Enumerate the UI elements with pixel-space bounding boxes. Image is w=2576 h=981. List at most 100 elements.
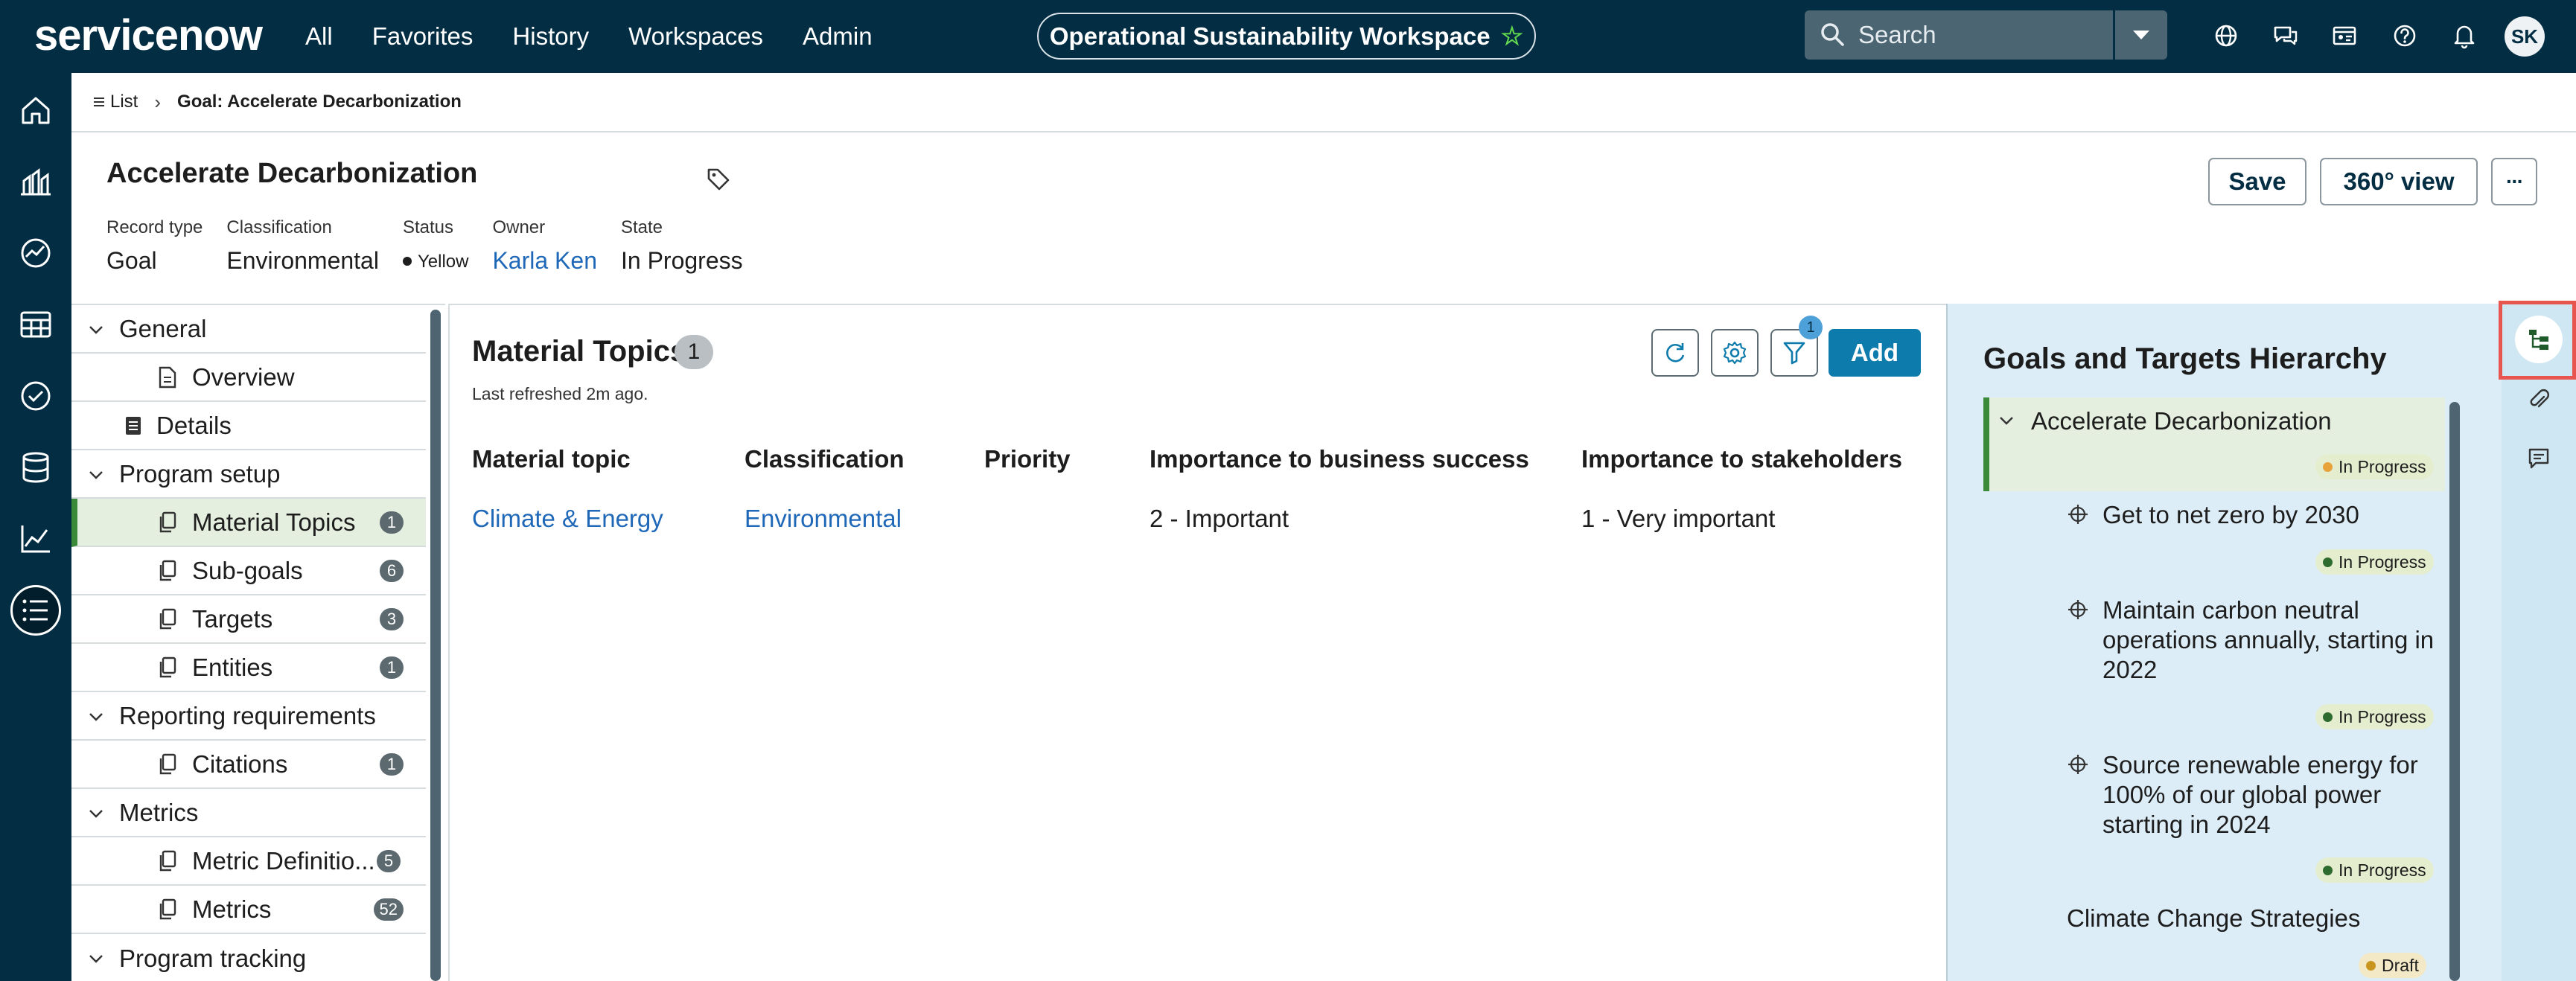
star-icon[interactable]: ☆ bbox=[1501, 22, 1523, 51]
analytics-icon[interactable] bbox=[10, 228, 61, 278]
chat-icon[interactable] bbox=[2256, 13, 2315, 58]
nav-admin[interactable]: Admin bbox=[803, 22, 873, 51]
hierarchy-icon[interactable] bbox=[2515, 316, 2563, 363]
tree-item-targets[interactable]: Targets 3 bbox=[71, 595, 426, 644]
search-placeholder: Search bbox=[1858, 21, 1936, 48]
check-circle-icon[interactable] bbox=[10, 371, 61, 421]
nav-workspaces[interactable]: Workspaces bbox=[628, 22, 763, 51]
list-icon[interactable] bbox=[10, 585, 61, 636]
field-status: Status Yellow bbox=[402, 217, 468, 275]
breadcrumb-list-link[interactable]: List bbox=[110, 92, 138, 112]
tree-group-general[interactable]: General bbox=[71, 305, 426, 354]
tree-label: Details bbox=[156, 411, 232, 439]
target-icon bbox=[2068, 600, 2088, 619]
search-icon bbox=[1818, 20, 1848, 50]
nav-history[interactable]: History bbox=[512, 22, 589, 51]
workspace-pill[interactable]: Operational Sustainability Workspace ☆ bbox=[1037, 13, 1536, 60]
record-nav-tree: General Overview Details Program setup M… bbox=[71, 304, 445, 981]
owner-link[interactable]: Karla Ken bbox=[492, 247, 597, 275]
tree-group-metrics[interactable]: Metrics bbox=[71, 789, 426, 837]
classification-link[interactable]: Environmental bbox=[745, 505, 902, 533]
status-text: In Progress bbox=[2339, 552, 2426, 572]
field-label: Status bbox=[402, 217, 453, 237]
hierarchy-item-net-zero[interactable]: Get to net zero by 2030 bbox=[2102, 500, 2359, 530]
add-button[interactable]: Add bbox=[1829, 329, 1921, 377]
field-value: In Progress bbox=[620, 247, 743, 274]
chevron-right-icon: › bbox=[154, 90, 162, 113]
tree-item-metrics[interactable]: Metrics 52 bbox=[71, 886, 426, 934]
hierarchy-scrollbar[interactable] bbox=[2449, 402, 2460, 981]
count-badge: 1 bbox=[380, 511, 404, 534]
save-button[interactable]: Save bbox=[2208, 158, 2306, 205]
database-icon[interactable] bbox=[10, 442, 61, 493]
tree-item-material-topics[interactable]: Material Topics 1 bbox=[71, 499, 426, 547]
status-badge: Draft bbox=[2359, 953, 2426, 978]
id-card-icon[interactable] bbox=[2315, 13, 2375, 58]
search-input[interactable]: Search bbox=[1805, 10, 2113, 60]
copy-icon bbox=[159, 850, 176, 872]
chevron-down-icon bbox=[89, 713, 103, 721]
column-header-material-topic[interactable]: Material topic bbox=[472, 445, 631, 473]
tree-label: Metrics bbox=[192, 895, 272, 923]
hierarchy-item-climate-strategies[interactable]: Climate Change Strategies bbox=[2067, 904, 2360, 933]
user-avatar[interactable]: SK bbox=[2505, 16, 2545, 57]
tree-label: Reporting requirements bbox=[119, 701, 376, 729]
column-header-business-importance[interactable]: Importance to business success bbox=[1150, 445, 1529, 473]
filter-count-badge: 1 bbox=[1799, 316, 1823, 339]
tree-item-details[interactable]: Details bbox=[71, 402, 426, 450]
servicenow-logo[interactable]: servicenow bbox=[34, 10, 263, 60]
copy-icon bbox=[159, 898, 176, 920]
document-icon bbox=[159, 366, 176, 389]
settings-button[interactable] bbox=[1711, 329, 1759, 377]
dashboard-icon[interactable] bbox=[10, 156, 61, 207]
tree-item-citations[interactable]: Citations 1 bbox=[71, 741, 426, 789]
status-text: Draft bbox=[2382, 955, 2419, 975]
status-text: In Progress bbox=[2339, 706, 2426, 726]
column-header-priority[interactable]: Priority bbox=[984, 445, 1071, 473]
gear-icon bbox=[1723, 341, 1747, 365]
tree-group-reporting[interactable]: Reporting requirements bbox=[71, 692, 426, 741]
count-badge: 6 bbox=[380, 559, 404, 582]
globe-icon[interactable] bbox=[2196, 13, 2256, 58]
tag-icon[interactable] bbox=[706, 167, 731, 196]
tree-group-program-setup[interactable]: Program setup bbox=[71, 450, 426, 499]
hierarchy-root-label[interactable]: Accelerate Decarbonization bbox=[2031, 406, 2332, 436]
bell-icon[interactable] bbox=[2435, 13, 2494, 58]
column-header-classification[interactable]: Classification bbox=[745, 445, 905, 473]
status-dot-icon bbox=[2323, 557, 2333, 567]
help-icon[interactable] bbox=[2375, 13, 2435, 58]
breadcrumb-current[interactable]: Goal: Accelerate Decarbonization bbox=[177, 92, 462, 112]
status-dot-icon bbox=[2323, 865, 2333, 875]
material-topic-link[interactable]: Climate & Energy bbox=[472, 505, 663, 533]
count-badge: 5 bbox=[377, 849, 401, 872]
search-scope-dropdown[interactable] bbox=[2115, 10, 2167, 60]
target-icon bbox=[2068, 505, 2088, 524]
list-icon bbox=[94, 98, 104, 106]
last-refreshed-text: Last refreshed 2m ago. bbox=[472, 384, 648, 403]
tree-item-overview[interactable]: Overview bbox=[71, 354, 426, 402]
label-line: Maintain carbon neutral bbox=[2102, 596, 2359, 624]
status-badge: In Progress bbox=[2315, 857, 2434, 883]
tree-label: Metric Definitio... bbox=[192, 846, 375, 875]
refresh-button[interactable] bbox=[1651, 329, 1699, 377]
hierarchy-item-renewable-energy[interactable]: Source renewable energy for 100% of our … bbox=[2102, 750, 2418, 840]
tree-item-entities[interactable]: Entities 1 bbox=[71, 644, 426, 692]
hierarchy-item-carbon-neutral[interactable]: Maintain carbon neutral operations annua… bbox=[2102, 595, 2434, 685]
tree-group-program-tracking[interactable]: Program tracking bbox=[71, 934, 426, 981]
business-importance-cell: 2 - Important bbox=[1150, 505, 1289, 532]
table-icon[interactable] bbox=[10, 299, 61, 350]
nav-favorites[interactable]: Favorites bbox=[372, 22, 474, 51]
column-header-stakeholder-importance[interactable]: Importance to stakeholders bbox=[1581, 445, 1902, 473]
tree-item-sub-goals[interactable]: Sub-goals 6 bbox=[71, 547, 426, 595]
360-view-button[interactable]: 360° view bbox=[2320, 158, 2478, 205]
comment-icon[interactable] bbox=[2521, 441, 2557, 476]
nav-all[interactable]: All bbox=[305, 22, 333, 51]
home-icon[interactable] bbox=[10, 85, 61, 135]
chevron-down-icon[interactable] bbox=[1997, 411, 2016, 430]
tree-item-metric-definitions[interactable]: Metric Definitio... 5 bbox=[71, 837, 426, 886]
more-actions-button[interactable]: ··· bbox=[2491, 158, 2537, 205]
tree-scrollbar[interactable] bbox=[430, 310, 441, 981]
paperclip-icon[interactable] bbox=[2521, 381, 2557, 417]
breadcrumb: List › Goal: Accelerate Decarbonization bbox=[71, 73, 2576, 132]
chart-icon[interactable] bbox=[10, 514, 61, 564]
